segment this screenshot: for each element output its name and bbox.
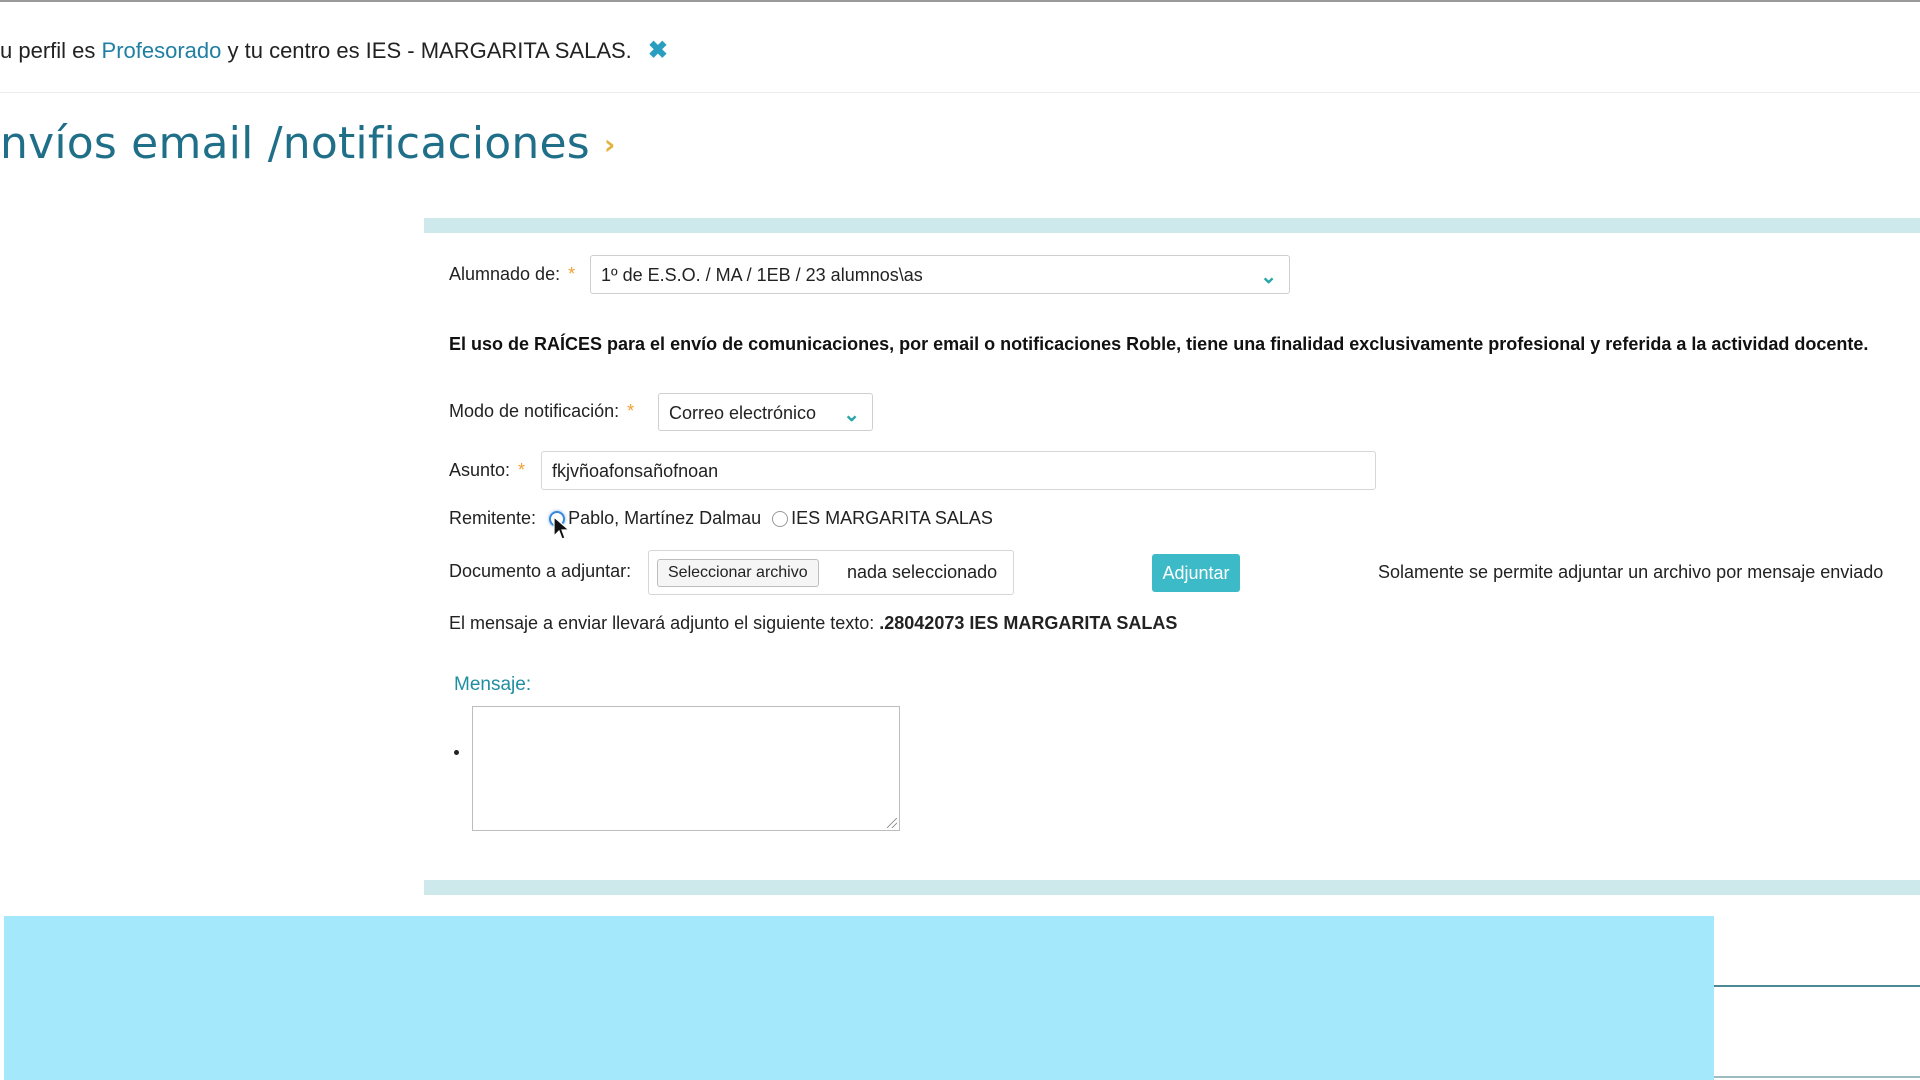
center-text: y tu centro es IES - MARGARITA SALAS. [227,38,632,63]
remitente-label: Remitente: [449,508,537,528]
file-status: nada seleccionado [847,562,998,582]
chevron-down-icon: ⌄ [1260,266,1277,288]
required-mark: * [568,264,576,284]
form-bottom-band [424,880,1920,895]
mensaje-label: Mensaje: [454,674,532,695]
mensaje-textarea[interactable] [472,706,900,831]
chevron-down-icon: ⌄ [843,404,860,426]
asunto-label: Asunto: * [449,460,526,480]
remitente-row: Remitente: Pablo, Martínez Dalmau IES MA… [449,508,993,529]
overlay-block [4,916,1714,1080]
attach-note: Solamente se permite adjuntar un archivo… [1378,562,1884,582]
remitente-radio-center[interactable] [772,511,789,528]
required-mark: * [518,460,526,480]
appended-text-label: El mensaje a enviar llevará adjunto el s… [449,613,875,633]
bullet-dot [454,750,459,755]
profile-prefix: u perfil es [0,38,96,63]
appended-text-value: .28042073 IES MARGARITA SALAS [879,613,1178,633]
page-title-text: nvíos email /notificaciones [0,118,590,169]
modo-label: Modo de notificación: * [449,401,635,421]
mouse-cursor-icon [553,516,571,540]
asunto-input-value: fkjvñoafonsañofnoan [552,461,719,481]
remitente-option-teacher: Pablo, Martínez Dalmau [568,508,762,528]
modo-select-value: Correo electrónico [669,403,817,423]
remitente-option-center: IES MARGARITA SALAS [791,508,993,528]
header-divider [0,92,1920,93]
documento-label: Documento a adjuntar: [449,561,632,581]
profile-bar: u perfil es Profesorado y tu centro es I… [0,36,668,65]
alumnado-select-value: 1º de E.S.O. / MA / 1EB / 23 alumnos\as [601,265,923,285]
top-border [0,0,1920,2]
usage-notice: El uso de RAÍCES para el envío de comuni… [449,334,1869,354]
asunto-input[interactable]: fkjvñoafonsañofnoan [541,451,1376,490]
footer-divider [1714,985,1920,987]
appended-text: El mensaje a enviar llevará adjunto el s… [449,613,1177,634]
file-input[interactable]: Seleccionar archivo nada seleccionado [648,550,1014,595]
alumnado-select[interactable]: 1º de E.S.O. / MA / 1EB / 23 alumnos\as … [590,255,1290,294]
alumnado-label: Alumnado de: * [449,264,576,284]
close-x-icon[interactable]: ✖ [648,37,668,64]
select-file-button[interactable]: Seleccionar archivo [657,559,819,587]
form-top-band [424,218,1920,233]
attach-button[interactable]: Adjuntar [1152,554,1240,592]
chevron-right-icon: › [603,128,616,161]
resize-handle-icon[interactable] [887,818,897,828]
footer-divider-bottom [1714,1076,1920,1078]
modo-select[interactable]: Correo electrónico ⌄ [658,393,873,431]
page-title: nvíos email /notificaciones › [0,118,616,169]
required-mark: * [627,401,635,421]
profile-link[interactable]: Profesorado [102,38,222,63]
